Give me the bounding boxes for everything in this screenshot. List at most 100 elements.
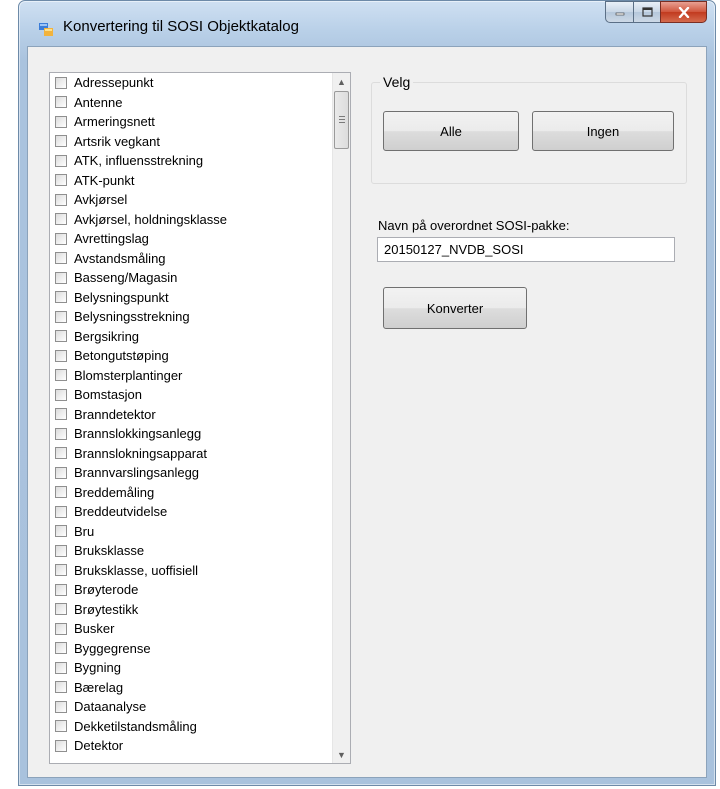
app-icon [39,23,53,36]
checklist-item[interactable]: Avkjørsel [50,190,332,210]
item-checkbox[interactable] [55,408,67,421]
checklist-item[interactable]: Bru [50,522,332,542]
checklist-item[interactable]: Bruksklasse, uoffisiell [50,561,332,581]
item-checkbox[interactable] [55,213,67,226]
item-checkbox[interactable] [55,739,67,752]
checklist-item[interactable]: Brannslokningsapparat [50,444,332,464]
checklist-item[interactable]: Brannslokkingsanlegg [50,424,332,444]
item-checkbox[interactable] [55,174,67,187]
checklist-item[interactable]: Avrettingslag [50,229,332,249]
item-checkbox[interactable] [55,447,67,460]
checklist-item[interactable]: Belysningspunkt [50,288,332,308]
checklist-item[interactable]: Bruksklasse [50,541,332,561]
item-checkbox[interactable] [55,330,67,343]
item-label: Breddeutvidelse [74,504,168,520]
checklist-item[interactable]: Dataanalyse [50,697,332,717]
item-label: ATK-punkt [74,172,135,188]
item-label: Bærelag [74,679,124,695]
item-checkbox[interactable] [55,525,67,538]
close-button[interactable] [660,1,707,23]
thumb-grip-line [339,122,345,123]
item-checkbox[interactable] [55,622,67,635]
item-checkbox[interactable] [55,720,67,733]
checklist-item[interactable]: Adressepunkt [50,73,332,93]
item-checkbox[interactable] [55,310,67,323]
checklist-item[interactable]: Byggegrense [50,639,332,659]
item-checkbox[interactable] [55,193,67,206]
checklist-item[interactable]: Busker [50,619,332,639]
checklist-item[interactable]: Artsrik vegkant [50,132,332,152]
checklist-item[interactable]: Bærelag [50,678,332,698]
checklist-item[interactable]: Breddemåling [50,483,332,503]
item-checkbox[interactable] [55,544,67,557]
item-checkbox[interactable] [55,135,67,148]
item-checkbox[interactable] [55,388,67,401]
item-checkbox[interactable] [55,349,67,362]
item-label: Brøytestikk [74,601,139,617]
checklist-item[interactable]: Detektor [50,736,332,756]
checklist-item[interactable]: Blomsterplantinger [50,366,332,386]
scroll-thumb[interactable] [334,91,349,149]
caption-buttons [605,1,707,23]
checklist-item[interactable]: Bygning [50,658,332,678]
item-checkbox[interactable] [55,96,67,109]
checklist-item[interactable]: Betongutstøping [50,346,332,366]
scroll-down-button[interactable]: ▼ [333,746,350,763]
checklist-item[interactable]: Bergsikring [50,327,332,347]
checklist-item[interactable]: Branndetektor [50,405,332,425]
item-checkbox[interactable] [55,252,67,265]
convert-button[interactable]: Konverter [383,287,527,329]
item-label: Bergsikring [74,328,140,344]
item-checkbox[interactable] [55,466,67,479]
checklist-item[interactable]: Bomstasjon [50,385,332,405]
item-checkbox[interactable] [55,583,67,596]
item-checkbox[interactable] [55,291,67,304]
item-label: Betongutstøping [74,348,169,364]
item-checkbox[interactable] [55,681,67,694]
checklist-item[interactable]: ATK, influensstrekning [50,151,332,171]
checklist-item[interactable]: ATK-punkt [50,171,332,191]
item-checkbox[interactable] [55,271,67,284]
item-checkbox[interactable] [55,427,67,440]
item-checkbox[interactable] [55,76,67,89]
app-window: Konvertering til SOSI Objektkatalog Adre… [18,0,716,786]
checklist-item[interactable]: Belysningsstrekning [50,307,332,327]
minimize-icon [615,12,624,16]
checklist-item[interactable]: Breddeutvidelse [50,502,332,522]
title-bar[interactable]: Konvertering til SOSI Objektkatalog [19,1,715,45]
minimize-button[interactable] [605,1,633,23]
checklist-item[interactable]: Avkjørsel, holdningsklasse [50,210,332,230]
select-all-button[interactable]: Alle [383,111,519,151]
checklist-item[interactable]: Basseng/Magasin [50,268,332,288]
item-checkbox[interactable] [55,564,67,577]
scroll-up-button[interactable]: ▲ [333,73,350,90]
item-checkbox[interactable] [55,369,67,382]
item-checkbox[interactable] [55,232,67,245]
item-checkbox[interactable] [55,603,67,616]
item-checkbox[interactable] [55,700,67,713]
checklist-item[interactable]: Dekketilstandsmåling [50,717,332,737]
checklist-item[interactable]: Brøytestikk [50,600,332,620]
item-checkbox[interactable] [55,642,67,655]
maximize-button[interactable] [633,1,660,23]
item-checkbox[interactable] [55,154,67,167]
object-type-checklist[interactable]: Adressepunkt Antenne Armeringsnett Artsrik … [49,72,351,764]
select-none-button[interactable]: Ingen [532,111,674,151]
checklist-item[interactable]: Antenne [50,93,332,113]
item-label: ATK, influensstrekning [74,153,204,169]
checklist-item[interactable]: Brannvarslingsanlegg [50,463,332,483]
checklist-item[interactable]: Brøyterode [50,580,332,600]
item-checkbox[interactable] [55,505,67,518]
item-label: Branndetektor [74,406,156,422]
checklist-item[interactable]: Armeringsnett [50,112,332,132]
item-checkbox[interactable] [55,115,67,128]
checklist-items: Adressepunkt Antenne Armeringsnett Artsrik … [50,73,332,756]
vertical-scrollbar[interactable]: ▲ ▼ [332,73,350,763]
item-label: Belysningsstrekning [74,309,190,325]
item-checkbox[interactable] [55,486,67,499]
package-name-input[interactable]: 20150127_NVDB_SOSI [377,237,675,262]
item-label: Avkjørsel [74,192,128,208]
checklist-item[interactable]: Avstandsmåling [50,249,332,269]
item-checkbox[interactable] [55,661,67,674]
client-area: Adressepunkt Antenne Armeringsnett Artsrik … [27,46,707,778]
